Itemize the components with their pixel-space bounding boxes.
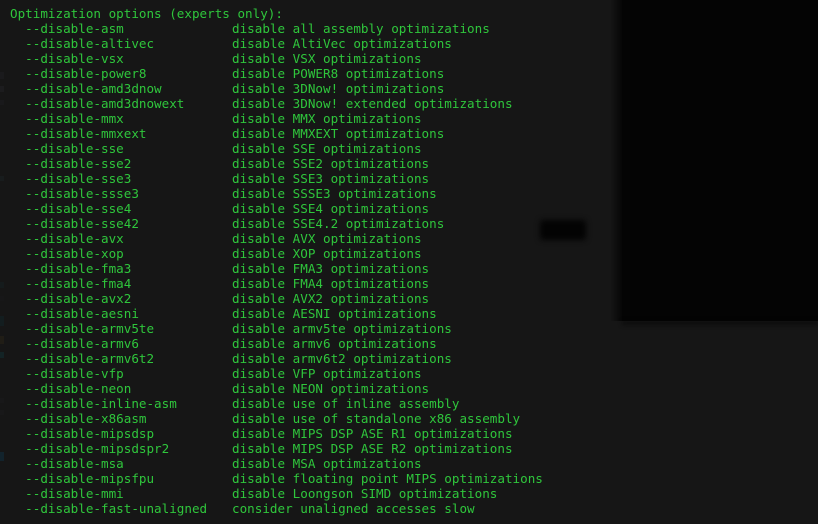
- option-description: disable MMXEXT optimizations: [232, 126, 445, 141]
- option-flag: --disable-mipsdspr2: [10, 441, 170, 456]
- edge-artifact: [0, 316, 4, 326]
- option-description: disable 3DNow! optimizations: [232, 81, 445, 96]
- option-description: disable MIPS DSP ASE R1 optimizations: [232, 426, 513, 441]
- option-flag: --disable-asm: [10, 21, 124, 36]
- option-description: disable AltiVec optimizations: [232, 36, 452, 51]
- edge-artifact: [0, 410, 4, 415]
- option-description: disable SSE4.2 optimizations: [232, 216, 445, 231]
- option-description: disable 3DNow! extended optimizations: [232, 96, 513, 111]
- option-flag: --disable-armv5te: [10, 321, 155, 336]
- option-flag: --disable-aesni: [10, 306, 139, 321]
- option-description: disable SSE2 optimizations: [232, 156, 430, 171]
- edge-artifact: [0, 296, 4, 301]
- left-edge-artifacts: [0, 0, 4, 524]
- option-flag: --disable-vsx: [10, 51, 124, 66]
- option-flag: --disable-sse2: [10, 156, 132, 171]
- option-description: disable FMA3 optimizations: [232, 261, 430, 276]
- option-flag: --disable-inline-asm: [10, 396, 177, 411]
- edge-artifact: [0, 72, 4, 79]
- option-description: disable AVX2 optimizations: [232, 291, 430, 306]
- edge-artifact: [0, 398, 4, 403]
- edge-artifact: [0, 282, 4, 288]
- edge-artifact: [0, 352, 4, 358]
- option-flag: --disable-sse3: [10, 171, 132, 186]
- option-description: disable MSA optimizations: [232, 456, 422, 471]
- edge-artifact: [0, 176, 4, 181]
- option-flag: --disable-msa: [10, 456, 124, 471]
- option-flag: --disable-xop: [10, 246, 124, 261]
- option-description: disable XOP optimizations: [232, 246, 422, 261]
- option-flag: --disable-mipsdsp: [10, 426, 155, 441]
- blurred-artifact-block: [540, 220, 586, 240]
- terminal-output[interactable]: Optimization options (experts only): --d…: [0, 0, 818, 524]
- option-flag: --disable-fma4: [10, 276, 132, 291]
- option-flag: --disable-sse4: [10, 201, 132, 216]
- option-description: disable use of standalone x86 assembly: [232, 411, 521, 426]
- option-description: disable VFP optimizations: [232, 366, 422, 381]
- option-flag: --disable-vfp: [10, 366, 124, 381]
- edge-artifact: [0, 336, 4, 344]
- edge-artifact: [0, 452, 4, 461]
- option-description: disable MMX optimizations: [232, 111, 422, 126]
- option-description: disable use of inline assembly: [232, 396, 460, 411]
- edge-artifact: [0, 86, 4, 92]
- option-flag: --disable-avx: [10, 231, 124, 246]
- option-flag: --disable-fma3: [10, 261, 132, 276]
- option-description: disable all assembly optimizations: [232, 21, 490, 36]
- option-description: disable SSE4 optimizations: [232, 201, 430, 216]
- option-flag: --disable-sse42: [10, 216, 139, 231]
- option-flag: --disable-armv6: [10, 336, 139, 351]
- section-heading-text: Optimization options (experts only):: [10, 6, 283, 21]
- option-description: disable armv6 optimizations: [232, 336, 437, 351]
- terminal-screenshot: Optimization options (experts only): --d…: [0, 0, 818, 524]
- option-flag: --disable-fast-unaligned: [10, 501, 208, 516]
- option-flag: --disable-power8: [10, 66, 147, 81]
- option-description: disable Loongson SIMD optimizations: [232, 486, 498, 501]
- option-description: disable AESNI optimizations: [232, 306, 437, 321]
- option-flag: --disable-neon: [10, 381, 132, 396]
- option-flag: --disable-ssse3: [10, 186, 139, 201]
- option-flag: --disable-mmi: [10, 486, 124, 501]
- option-description: disable SSE optimizations: [232, 141, 422, 156]
- option-flag: --disable-mmxext: [10, 126, 147, 141]
- option-description: disable AVX optimizations: [232, 231, 422, 246]
- option-flag: --disable-amd3dnowext: [10, 96, 185, 111]
- option-flag: --disable-sse: [10, 141, 124, 156]
- option-description: disable MIPS DSP ASE R2 optimizations: [232, 441, 513, 456]
- option-flag: --disable-x86asm: [10, 411, 147, 426]
- option-description: disable VSX optimizations: [232, 51, 422, 66]
- edge-artifact: [0, 100, 4, 105]
- option-flag: --disable-amd3dnow: [10, 81, 162, 96]
- option-description: disable POWER8 optimizations: [232, 66, 445, 81]
- option-description: consider unaligned accesses slow: [232, 501, 475, 516]
- option-flag: --disable-armv6t2: [10, 351, 155, 366]
- option-flag: --disable-mmx: [10, 111, 124, 126]
- option-description: disable armv5te optimizations: [232, 321, 452, 336]
- option-flag: --disable-avx2: [10, 291, 132, 306]
- option-description: disable SSE3 optimizations: [232, 171, 430, 186]
- option-description: disable FMA4 optimizations: [232, 276, 430, 291]
- option-description: disable floating point MIPS optimization…: [232, 471, 543, 486]
- option-description: disable NEON optimizations: [232, 381, 430, 396]
- option-description: disable armv6t2 optimizations: [232, 351, 452, 366]
- option-flag: --disable-altivec: [10, 36, 155, 51]
- option-description: disable SSSE3 optimizations: [232, 186, 437, 201]
- option-flag: --disable-mipsfpu: [10, 471, 155, 486]
